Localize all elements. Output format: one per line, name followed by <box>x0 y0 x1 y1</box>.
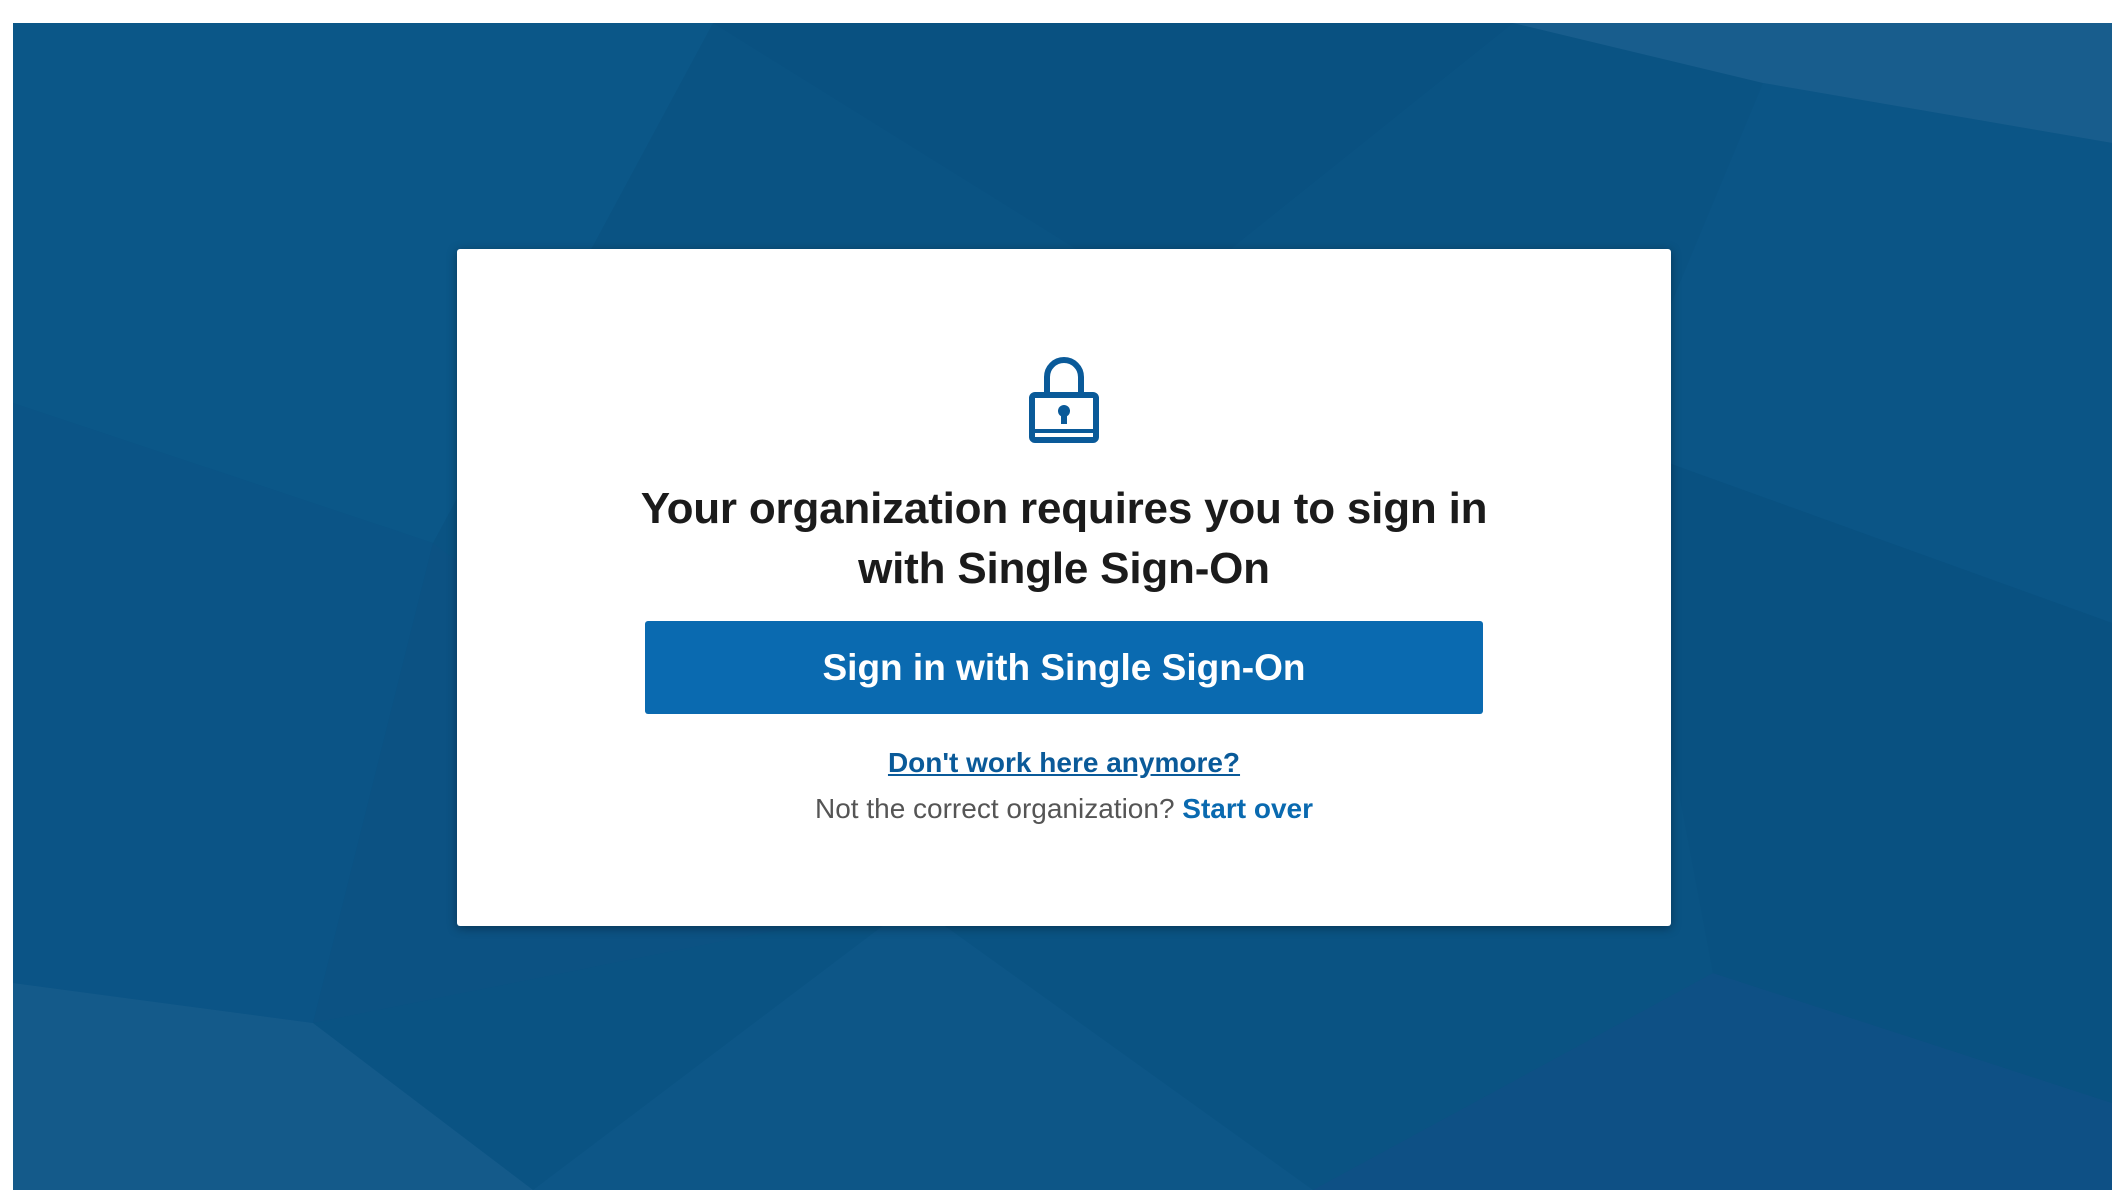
screenshot-frame: Your organization requires you to sign i… <box>0 0 2112 1190</box>
dont-work-here-link[interactable]: Don't work here anymore? <box>457 745 1671 781</box>
sign-in-sso-button[interactable]: Sign in with Single Sign-On <box>645 621 1483 714</box>
sso-heading: Your organization requires you to sign i… <box>640 484 1488 593</box>
lock-icon <box>1029 357 1099 443</box>
start-over-link[interactable]: Start over <box>1182 793 1313 824</box>
wrong-organization-prompt: Not the correct organization? <box>814 793 1175 824</box>
sso-dialog-card: Your organization requires you to sign i… <box>457 249 1671 926</box>
wrong-organization-line: Not the correct organization? Start over <box>457 791 1671 827</box>
